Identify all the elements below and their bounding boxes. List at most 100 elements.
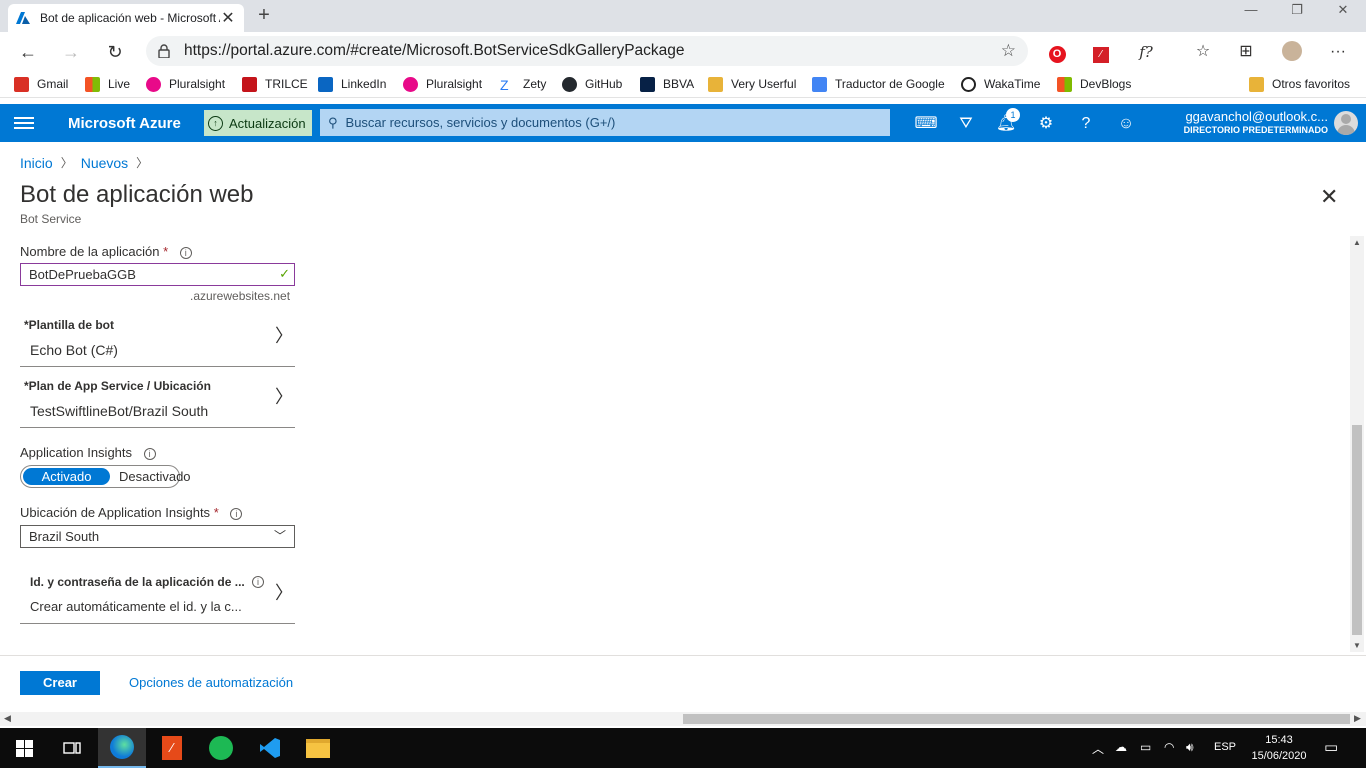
pdf-icon[interactable]: ⁄ [1090, 41, 1112, 63]
page-subtitle: Bot Service [20, 212, 82, 226]
volume-icon[interactable]: 🔊︎ [1186, 740, 1194, 755]
insights-on-option[interactable]: Activado [23, 468, 110, 485]
help-icon[interactable]: ? [1074, 112, 1098, 136]
windows-start-icon[interactable] [0, 728, 48, 768]
bbva-icon [640, 76, 655, 92]
vertical-scroll-thumb[interactable] [1352, 425, 1362, 635]
breadcrumb-inicio[interactable]: Inicio [20, 155, 53, 171]
clock[interactable]: 15:43 15/06/2020 [1246, 732, 1312, 764]
windows-icon [85, 76, 100, 92]
info-icon[interactable]: i [143, 447, 156, 460]
folder-icon [708, 76, 723, 92]
app-id-value: Crear automáticamente el id. y la c... [30, 599, 242, 614]
close-icon[interactable]: ✕ [1320, 184, 1338, 210]
info-icon[interactable]: i [252, 576, 264, 588]
wifi-icon[interactable]: ◠ [1164, 740, 1174, 754]
collections-icon[interactable]: ⊞ [1235, 41, 1257, 63]
forward-icon[interactable]: → [60, 41, 82, 63]
info-icon[interactable]: i [230, 507, 243, 520]
favorite-traductor[interactable]: Traductor de Google [812, 75, 945, 93]
address-bar[interactable]: https://portal.azure.com/#create/Microso… [146, 36, 1028, 66]
favorite-other[interactable]: Otros favoritos [1249, 75, 1350, 93]
folder-icon [1249, 76, 1264, 92]
refresh-icon[interactable]: ↻ [104, 41, 126, 63]
file-explorer-icon[interactable] [294, 728, 342, 768]
minimize-button[interactable]: — [1228, 2, 1274, 24]
favorite-pluralsight-2[interactable]: Pluralsight [403, 75, 482, 93]
app-id-picker[interactable]: Id. y contraseña de la aplicación de ...… [20, 565, 295, 624]
edge-icon[interactable] [98, 728, 146, 768]
scroll-right-icon[interactable]: ▶ [1354, 713, 1361, 724]
update-button[interactable]: ↑ Actualización [204, 110, 312, 136]
favorite-wakatime[interactable]: WakaTime [961, 75, 1040, 93]
star-icon[interactable]: ☆ [1001, 41, 1016, 61]
favorite-github[interactable]: GitHub [562, 75, 622, 93]
avatar[interactable] [1334, 111, 1358, 135]
battery-icon[interactable]: ▭ [1140, 740, 1151, 754]
brand-title[interactable]: Microsoft Azure [68, 115, 181, 132]
favorite-very-userful[interactable]: Very Userful [708, 75, 796, 93]
azure-header: Microsoft Azure ↑ Actualización ⚲ Buscar… [0, 104, 1366, 142]
favorite-live[interactable]: Live [85, 75, 130, 93]
search-input[interactable]: ⚲ Buscar recursos, servicios y documento… [320, 109, 890, 136]
favorite-zety[interactable]: Z Zety [500, 75, 546, 93]
scroll-down-icon[interactable]: ▼ [1353, 641, 1361, 650]
feedback-icon[interactable]: ☺ [1114, 112, 1138, 136]
vertical-scrollbar[interactable]: ▲ ▼ [1350, 236, 1364, 652]
user-account[interactable]: ggavanchol@outlook.c... DIRECTORIO PREDE… [1184, 109, 1328, 135]
notification-badge: 1 [1006, 108, 1020, 122]
gear-icon[interactable]: ⚙ [1034, 112, 1058, 136]
automation-options-link[interactable]: Opciones de automatización [129, 675, 293, 690]
chevron-up-icon[interactable]: ︿ [1092, 740, 1104, 757]
azure-favicon-icon [16, 11, 30, 24]
scroll-up-icon[interactable]: ▲ [1353, 238, 1361, 247]
more-icon[interactable]: ··· [1327, 41, 1349, 63]
tab-close-icon[interactable]: ✕ [220, 8, 236, 28]
info-icon[interactable]: i [179, 246, 192, 259]
browser-tabstrip: Bot de aplicación web - Microsoft Azure … [0, 0, 1366, 32]
menu-icon[interactable] [14, 114, 34, 132]
bot-template-picker[interactable]: *Plantilla de bot Echo Bot (C#) 〉 [20, 312, 295, 367]
cloud-shell-icon[interactable]: ⌨ [914, 112, 938, 136]
favorites-icon[interactable]: ☆ [1192, 41, 1214, 63]
insights-toggle[interactable]: Activado Desactivado [20, 465, 191, 488]
spotify-icon[interactable] [197, 728, 245, 768]
favorite-trilce[interactable]: TRILCE [242, 75, 308, 93]
back-icon[interactable]: ← [17, 41, 39, 63]
cloud-icon[interactable]: ☁ [1115, 740, 1127, 754]
app-service-plan-picker[interactable]: *Plan de App Service / Ubicación TestSwi… [20, 373, 295, 428]
language-indicator[interactable]: ESP [1214, 741, 1236, 753]
favorite-bbva[interactable]: BBVA [640, 75, 694, 93]
task-view-icon[interactable] [48, 728, 96, 768]
formula-icon[interactable]: f? [1135, 41, 1157, 63]
notifications-icon[interactable]: ▭ [1324, 738, 1338, 756]
vscode-icon[interactable] [246, 728, 294, 768]
create-button[interactable]: Crear [20, 671, 100, 695]
opera-icon[interactable]: O [1046, 41, 1068, 63]
app-id-label: Id. y contraseña de la aplicación de ... [30, 575, 245, 589]
app-name-input[interactable]: BotDePruebaGGB ✓ [20, 263, 295, 286]
restore-button[interactable]: ❐ [1274, 2, 1320, 24]
chevron-right-icon: 〉 [275, 326, 293, 346]
windows-taskbar: ⁄ ︿ ☁ ▭ ◠ 🔊︎ ESP 15:43 15/06/2020 ▭ [0, 728, 1366, 768]
favorite-pluralsight[interactable]: Pluralsight [146, 75, 225, 93]
favorite-linkedin[interactable]: LinkedIn [318, 75, 386, 93]
horizontal-scrollbar[interactable]: ◀ ▶ [0, 712, 1366, 726]
insights-label: Application Insights i [20, 445, 156, 460]
favorite-gmail[interactable]: Gmail [14, 75, 68, 93]
directory-filter-icon[interactable]: ⛛ [954, 112, 978, 136]
chevron-right-icon: 〉 [60, 156, 73, 170]
window-close-button[interactable]: ✕ [1320, 2, 1366, 24]
office-icon[interactable]: ⁄ [148, 728, 196, 768]
browser-tab[interactable]: Bot de aplicación web - Microsoft Azure … [8, 4, 244, 32]
insights-location-select[interactable]: Brazil South ﹀ [20, 525, 295, 548]
scroll-left-icon[interactable]: ◀ [4, 713, 11, 724]
insights-off-option[interactable]: Desactivado [119, 469, 191, 484]
horizontal-scroll-thumb[interactable] [683, 714, 1350, 724]
app-service-plan-label: *Plan de App Service / Ubicación [24, 379, 211, 393]
favorite-devblogs[interactable]: DevBlogs [1057, 75, 1131, 93]
breadcrumb-nuevos[interactable]: Nuevos [81, 155, 128, 171]
new-tab-button[interactable]: + [254, 4, 274, 27]
arrow-up-icon: ↑ [208, 115, 223, 131]
profile-icon[interactable] [1281, 41, 1303, 63]
